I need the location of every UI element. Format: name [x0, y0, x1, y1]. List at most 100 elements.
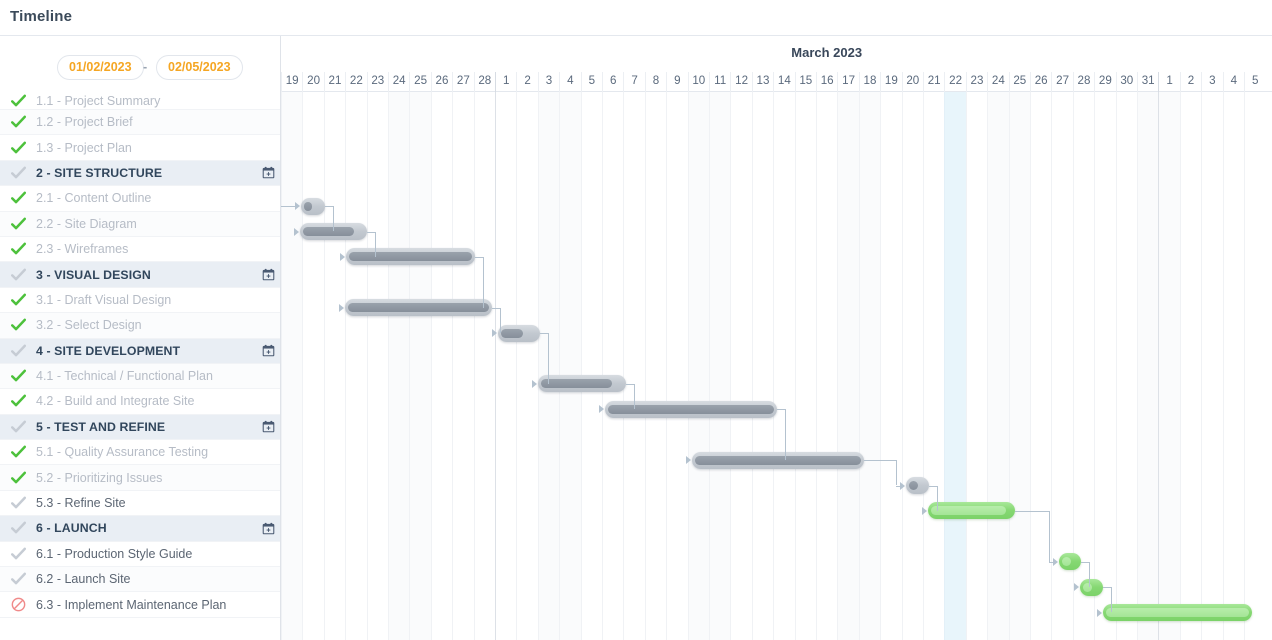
- task-row[interactable]: 2.2 - Site Diagram: [0, 211, 280, 237]
- add-to-calendar-icon[interactable]: [255, 166, 280, 179]
- dependency-link: [1089, 561, 1090, 588]
- day-header-cell: 21: [323, 72, 345, 92]
- task-row[interactable]: 2.1 - Content Outline: [0, 186, 280, 212]
- date-range-end-chip[interactable]: 02/05/2023: [156, 55, 243, 80]
- dependency-arrow-icon: [1053, 557, 1058, 566]
- gantt-bar[interactable]: [301, 197, 325, 215]
- day-header-cell: 24: [987, 72, 1008, 92]
- task-group-row[interactable]: 6 - LAUNCH: [0, 516, 280, 542]
- task-list-panel: 01/02/2023 - 02/05/2023 1.1 - Project Su…: [0, 36, 281, 640]
- task-row[interactable]: 6.2 - Launch Site: [0, 567, 280, 593]
- task-row[interactable]: 1.3 - Project Plan: [0, 135, 280, 161]
- gantt-bar-progress: [304, 201, 313, 211]
- task-label: 5 - TEST AND REFINE: [36, 419, 166, 434]
- task-row[interactable]: 2.3 - Wireframes: [0, 236, 280, 263]
- check-done-icon: [0, 318, 36, 332]
- task-row[interactable]: 5.1 - Quality Assurance Testing: [0, 440, 280, 466]
- task-row[interactable]: 3.1 - Draft Visual Design: [0, 287, 280, 314]
- task-row[interactable]: 3.2 - Select Design: [0, 313, 280, 339]
- day-header-cell: 3: [537, 72, 559, 92]
- day-header-cell: 9: [666, 72, 687, 92]
- dependency-link: [475, 256, 483, 258]
- check-pending-icon: [0, 496, 36, 510]
- day-header-cell: 26: [1030, 72, 1051, 92]
- day-header-cell: 13: [751, 72, 773, 92]
- task-row[interactable]: 5.3 - Refine Site: [0, 490, 280, 517]
- day-header-cell: 4: [559, 72, 580, 92]
- date-range-selector: 01/02/2023 - 02/05/2023: [0, 36, 280, 92]
- task-row[interactable]: 6.3 - Implement Maintenance Plan: [0, 592, 280, 618]
- day-header-cell: 23: [366, 72, 388, 92]
- dependency-link: [483, 256, 484, 308]
- task-label: 4.1 - Technical / Functional Plan: [36, 369, 213, 384]
- task-group-row[interactable]: 4 - SITE DEVELOPMENT: [0, 338, 280, 364]
- check-done-icon: [0, 242, 36, 256]
- dependency-arrow-icon: [532, 379, 537, 388]
- task-row[interactable]: 6.1 - Production Style Guide: [0, 541, 280, 568]
- day-header-cell: 14: [773, 72, 794, 92]
- task-label: 3.1 - Draft Visual Design: [36, 292, 172, 307]
- add-to-calendar-icon[interactable]: [255, 268, 280, 281]
- task-rows: 1.1 - Project Summary 1.2 - Project Brief…: [0, 92, 280, 618]
- check-done-icon: [0, 217, 36, 231]
- dependency-link: [634, 383, 635, 410]
- gantt-bar[interactable]: [538, 375, 626, 393]
- gantt-bar[interactable]: [1103, 604, 1252, 621]
- task-label: 2.1 - Content Outline: [36, 191, 152, 206]
- gantt-bar[interactable]: [906, 477, 929, 494]
- date-range-start-chip[interactable]: 01/02/2023: [57, 55, 144, 80]
- gantt-bar-progress: [931, 506, 1007, 516]
- timeline-app: Timeline 01/02/2023 - 02/05/2023 1.1 - P…: [0, 0, 1272, 640]
- gantt-bar[interactable]: [1059, 553, 1081, 571]
- dependency-link: [1111, 587, 1112, 613]
- add-to-calendar-icon[interactable]: [255, 344, 280, 357]
- gantt-bar[interactable]: [345, 299, 492, 317]
- gantt-bar[interactable]: [692, 451, 864, 469]
- day-header-cell: 16: [816, 72, 837, 92]
- blocked-icon: [0, 597, 36, 612]
- task-row[interactable]: 1.2 - Project Brief: [0, 110, 280, 136]
- task-label: 5.3 - Refine Site: [36, 496, 126, 511]
- task-group-row[interactable]: 5 - TEST AND REFINE: [0, 414, 280, 441]
- dependency-arrow-icon: [900, 481, 905, 490]
- check-pending-icon: [0, 547, 36, 561]
- day-header-cell: 20: [302, 72, 323, 92]
- gantt-bar[interactable]: [928, 502, 1015, 520]
- dependency-link: [367, 231, 375, 233]
- day-header-cell: 23: [965, 72, 987, 92]
- add-to-calendar-icon[interactable]: [255, 420, 280, 433]
- dependency-arrow-icon: [339, 303, 344, 312]
- dependency-arrow-icon: [294, 227, 299, 236]
- gantt-bar[interactable]: [1080, 578, 1103, 596]
- task-row[interactable]: 4.2 - Build and Integrate Site: [0, 389, 280, 415]
- gantt-bar[interactable]: [605, 400, 777, 418]
- day-header-cell: 10: [687, 72, 709, 92]
- check-pending-icon: [0, 166, 36, 180]
- date-range-separator: -: [143, 60, 148, 74]
- dependency-arrow-icon: [492, 329, 497, 338]
- dependency-link: [548, 333, 549, 384]
- dependency-link: [864, 460, 896, 462]
- day-header-cell: 12: [730, 72, 751, 92]
- gantt-bar[interactable]: [346, 248, 475, 266]
- day-header-cell: 1: [495, 72, 516, 92]
- gantt-bar[interactable]: [498, 324, 540, 342]
- task-group-row[interactable]: 3 - VISUAL DESIGN: [0, 262, 280, 288]
- day-header-cell: 28: [1072, 72, 1094, 92]
- dependency-arrow-icon: [340, 252, 345, 261]
- titlebar: Timeline: [0, 0, 1272, 36]
- task-group-row[interactable]: 2 - SITE STRUCTURE: [0, 160, 280, 187]
- task-row[interactable]: 5.2 - Prioritizing Issues: [0, 465, 280, 491]
- day-header-cell: 27: [1051, 72, 1072, 92]
- day-header-cell: 22: [345, 72, 366, 92]
- day-header-cell: 25: [409, 72, 430, 92]
- day-header-cell: 3: [1201, 72, 1222, 92]
- task-row[interactable]: 1.1 - Project Summary: [0, 92, 280, 110]
- day-header-cell: 7: [623, 72, 644, 92]
- task-label: 4 - SITE DEVELOPMENT: [36, 343, 181, 358]
- add-to-calendar-icon[interactable]: [255, 522, 280, 535]
- task-row[interactable]: 4.1 - Technical / Functional Plan: [0, 363, 280, 390]
- dependency-link: [492, 307, 500, 309]
- day-header-cell: 22: [944, 72, 965, 92]
- gantt-bar-progress: [695, 455, 861, 465]
